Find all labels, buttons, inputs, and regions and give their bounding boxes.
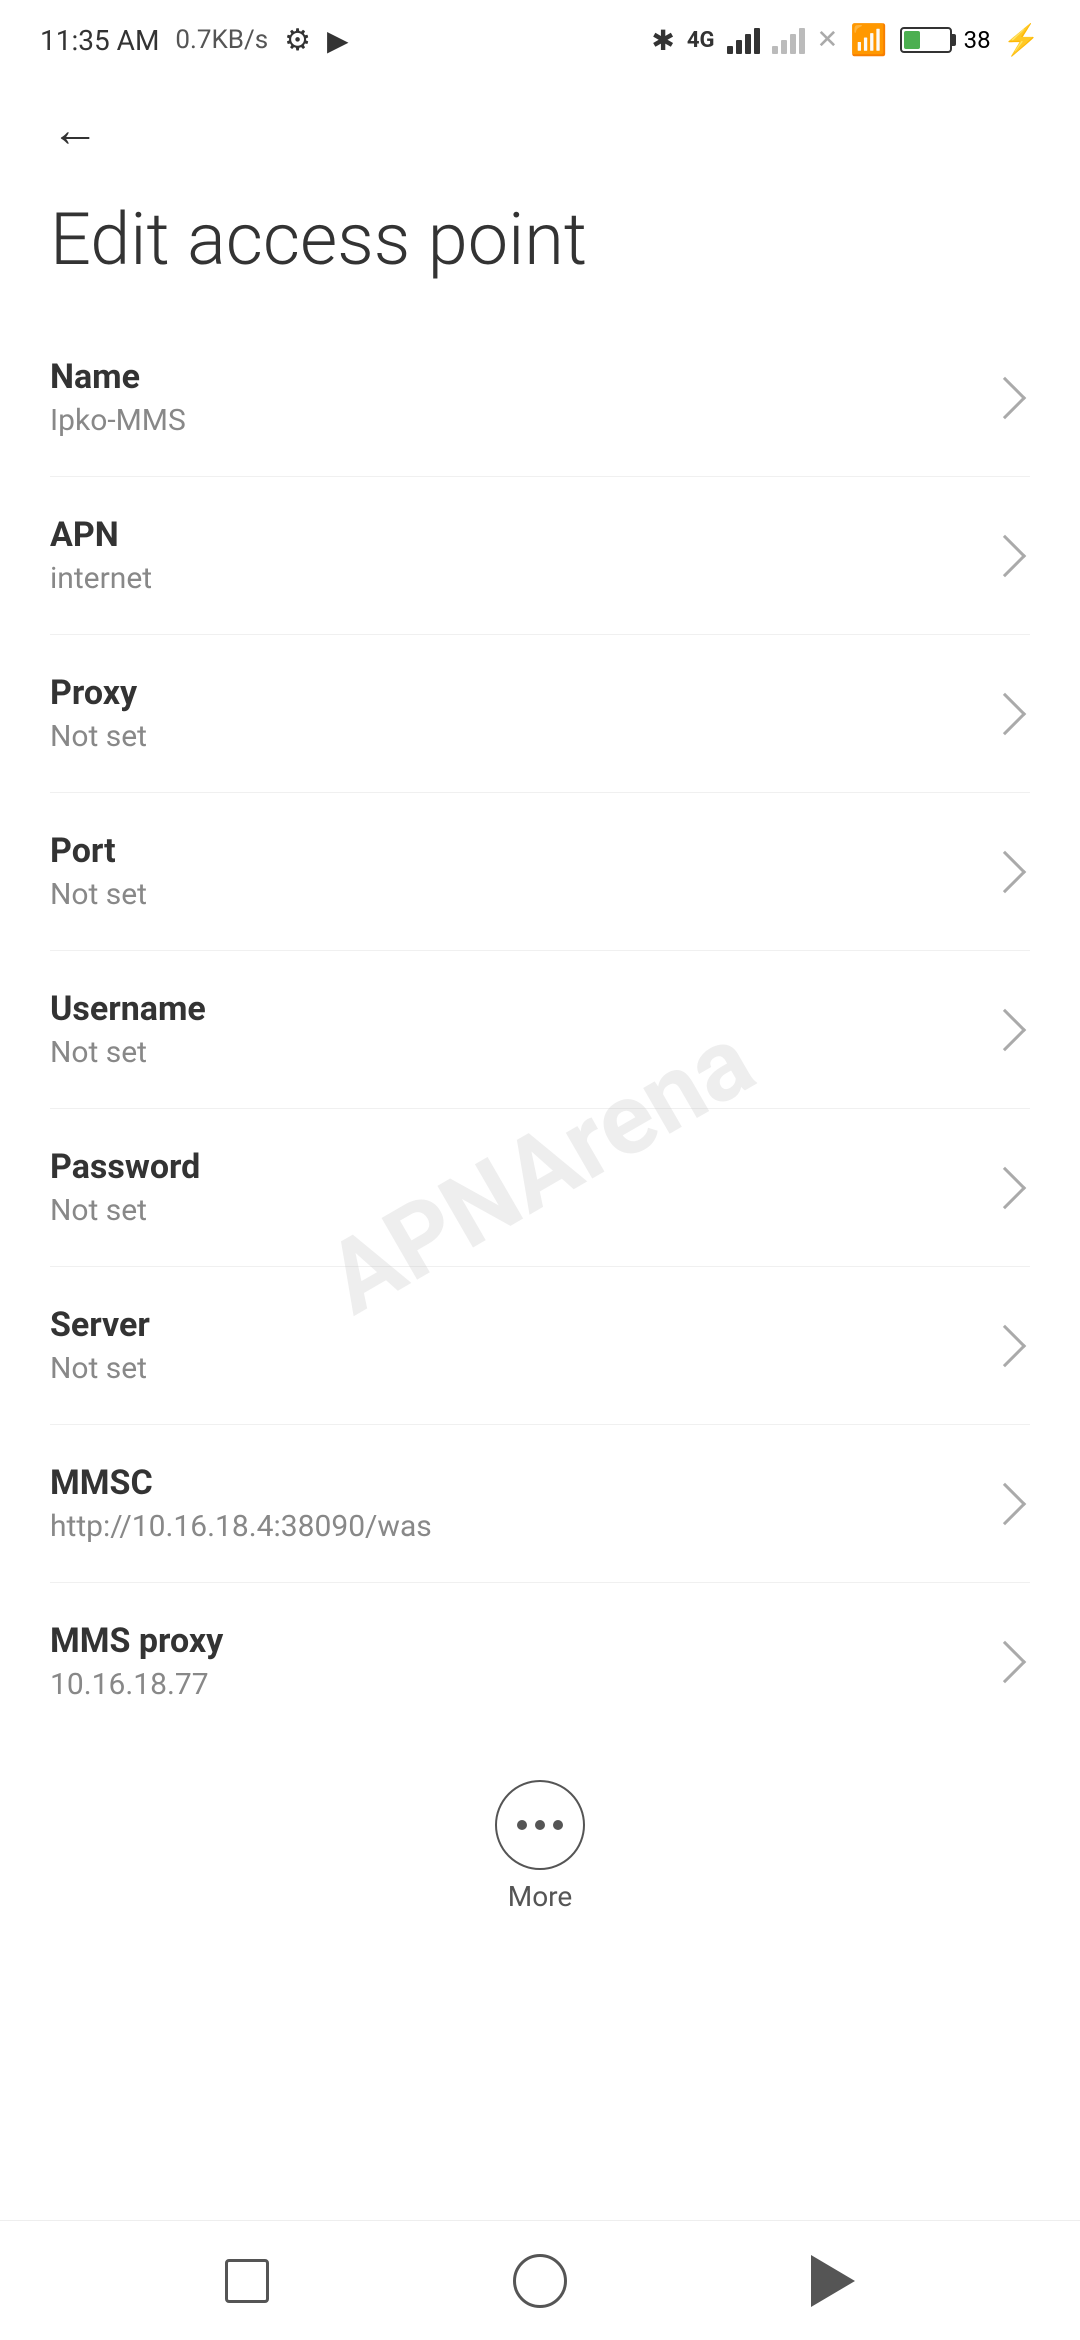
settings-item-proxy[interactable]: Proxy Not set (50, 635, 1030, 793)
settings-label-proxy: Proxy (50, 673, 990, 713)
settings-list: Name Ipko-MMS APN internet Proxy Not set… (0, 319, 1080, 1740)
nav-square-icon (225, 2259, 269, 2303)
settings-label-name: Name (50, 357, 990, 397)
settings-item-mms-proxy[interactable]: MMS proxy 10.16.18.77 (50, 1583, 1030, 1740)
charging-icon: ⚡ (1003, 23, 1040, 58)
battery-percent: 38 (964, 26, 991, 54)
chevron-right-mms-proxy (984, 1640, 1026, 1682)
chevron-right-apn (984, 534, 1026, 576)
settings-value-password: Not set (50, 1193, 990, 1228)
status-bar: 11:35 AM 0.7KB/s ⚙ ▶ ✱ 4G ✕ 📶 38 ⚡ (0, 0, 1080, 80)
settings-icon: ⚙ (284, 23, 311, 58)
nav-home-button[interactable] (500, 2241, 580, 2321)
settings-label-port: Port (50, 831, 990, 871)
settings-item-server[interactable]: Server Not set (50, 1267, 1030, 1425)
chevron-right-name (984, 376, 1026, 418)
settings-value-username: Not set (50, 1035, 990, 1070)
settings-item-port[interactable]: Port Not set (50, 793, 1030, 951)
settings-value-mmsc: http://10.16.18.4:38090/was (50, 1509, 990, 1544)
nav-triangle-icon (811, 2255, 855, 2307)
settings-value-name: Ipko-MMS (50, 403, 990, 438)
nav-circle-icon (513, 2254, 567, 2308)
camera-icon: ▶ (327, 24, 349, 57)
more-dots-icon (517, 1820, 563, 1830)
status-left: 11:35 AM 0.7KB/s ⚙ ▶ (40, 23, 349, 58)
settings-label-mms-proxy: MMS proxy (50, 1621, 990, 1661)
top-navigation: ← (0, 80, 1080, 180)
chevron-right-mmsc (984, 1482, 1026, 1524)
page-title-container: Edit access point (0, 180, 1080, 319)
settings-item-username[interactable]: Username Not set (50, 951, 1030, 1109)
chevron-right-port (984, 850, 1026, 892)
settings-item-name[interactable]: Name Ipko-MMS (50, 319, 1030, 477)
settings-value-port: Not set (50, 877, 990, 912)
network-4g-icon: 4G (687, 28, 715, 53)
bluetooth-icon: ✱ (651, 24, 674, 57)
more-section: More (0, 1740, 1080, 1933)
settings-item-mmsc[interactable]: MMSC http://10.16.18.4:38090/was (50, 1425, 1030, 1583)
chevron-right-server (984, 1324, 1026, 1366)
settings-label-apn: APN (50, 515, 990, 555)
signal-bars-2 (772, 26, 805, 54)
bottom-navigation (0, 2220, 1080, 2340)
more-button[interactable] (495, 1780, 585, 1870)
nav-back-button[interactable] (793, 2241, 873, 2321)
chevron-right-password (984, 1166, 1026, 1208)
settings-item-apn[interactable]: APN internet (50, 477, 1030, 635)
chevron-right-username (984, 1008, 1026, 1050)
back-button[interactable]: ← (40, 95, 110, 165)
page-title: Edit access point (50, 200, 1030, 279)
settings-label-server: Server (50, 1305, 990, 1345)
settings-label-mmsc: MMSC (50, 1463, 990, 1503)
nav-recent-button[interactable] (207, 2241, 287, 2321)
settings-label-username: Username (50, 989, 990, 1029)
chevron-right-proxy (984, 692, 1026, 734)
more-label: More (508, 1880, 573, 1913)
wifi-icon: 📶 (850, 23, 887, 58)
settings-item-password[interactable]: Password Not set (50, 1109, 1030, 1267)
status-speed: 0.7KB/s (175, 25, 268, 55)
battery-indicator: 38 (900, 26, 991, 54)
settings-value-apn: internet (50, 561, 990, 596)
status-right: ✱ 4G ✕ 📶 38 ⚡ (651, 23, 1040, 58)
settings-value-server: Not set (50, 1351, 990, 1386)
signal-bars-1 (727, 26, 760, 54)
settings-value-mms-proxy: 10.16.18.77 (50, 1667, 990, 1702)
status-time: 11:35 AM (40, 24, 159, 57)
settings-label-password: Password (50, 1147, 990, 1187)
settings-value-proxy: Not set (50, 719, 990, 754)
back-arrow-icon: ← (51, 106, 99, 154)
no-signal-icon: ✕ (817, 25, 839, 55)
